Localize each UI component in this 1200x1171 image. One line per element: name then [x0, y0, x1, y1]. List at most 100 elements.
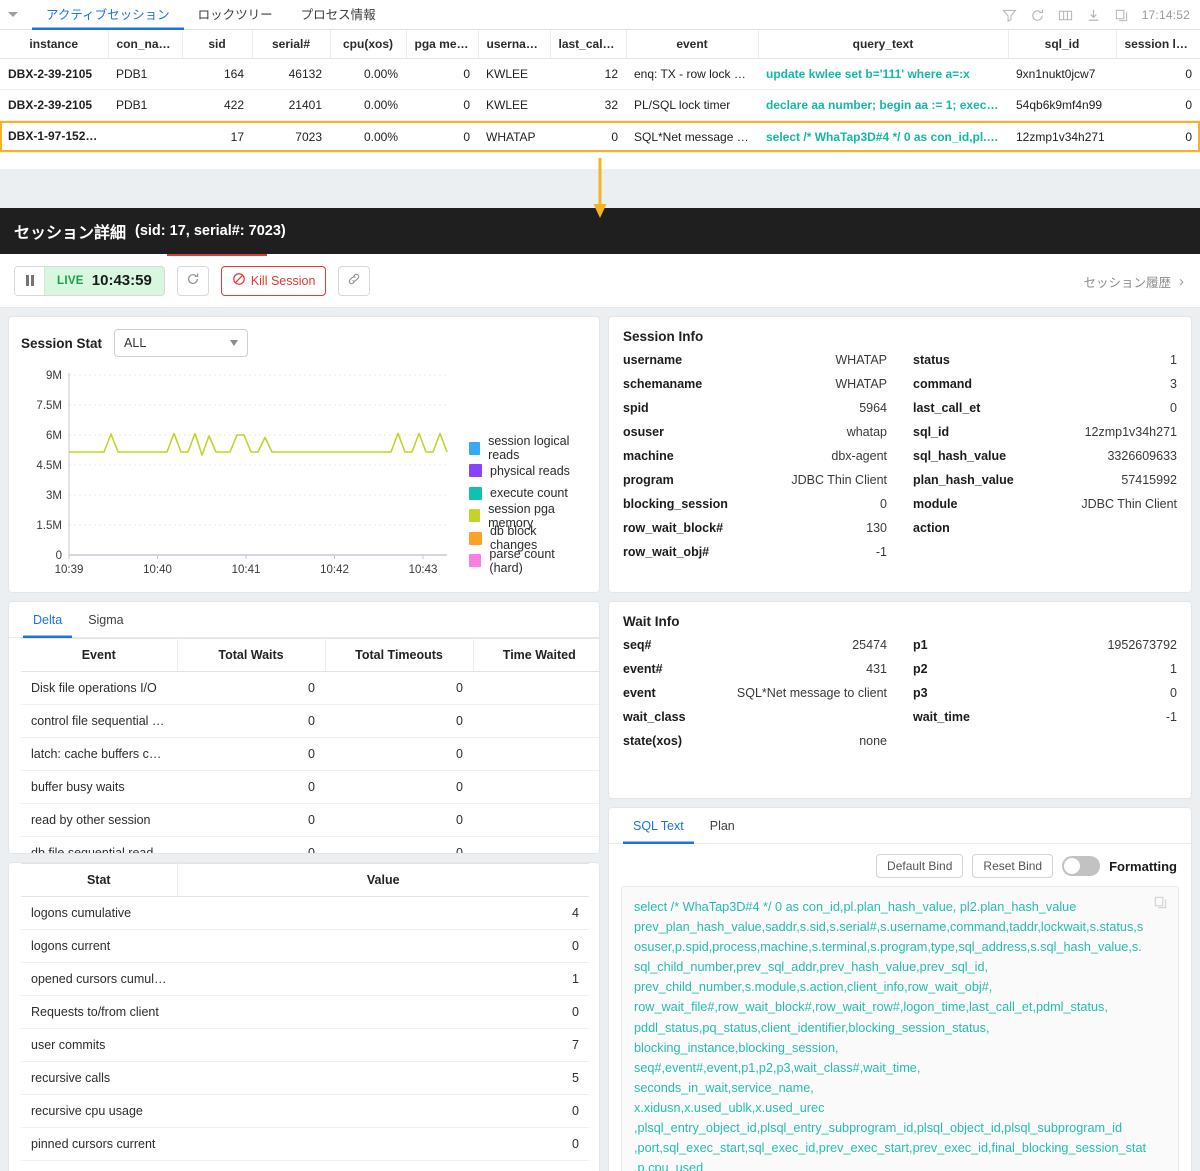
table-row[interactable]: opened cursors cumulative 1 [21, 962, 589, 996]
cell-waits: 0 [177, 704, 325, 738]
refresh-button[interactable] [176, 265, 209, 296]
copy-icon[interactable] [1114, 8, 1129, 23]
legend-item[interactable]: session logical reads [469, 434, 587, 462]
table-row[interactable]: user logons cumulative0 [21, 1160, 589, 1171]
formatting-toggle[interactable] [1062, 856, 1101, 876]
info-value: dbx-agent [831, 449, 887, 463]
col-total-timeouts[interactable]: Total Timeouts [325, 638, 474, 672]
table-row[interactable]: buffer busy waits 0 0 [21, 770, 599, 804]
col-serial[interactable]: serial# [252, 30, 331, 59]
table-row[interactable]: recursive cpu usage 0 [21, 1094, 589, 1128]
info-key: sql_hash_value [913, 449, 1007, 463]
col-session-logical-reads[interactable]: session logical... [1116, 30, 1200, 59]
chevron-right-icon: › [1179, 272, 1184, 290]
col-con-name[interactable]: con_name [108, 30, 183, 59]
col-event[interactable]: event [626, 30, 759, 59]
col-event[interactable]: Event [21, 638, 178, 672]
col-sid[interactable]: sid [182, 30, 253, 59]
info-row: schemaname WHATAP [623, 377, 887, 401]
cell-stat: logons current [21, 929, 177, 963]
tab-sigma[interactable]: Sigma [78, 602, 133, 638]
tab-process-info[interactable]: プロセス情報 [287, 0, 390, 30]
info-key: event# [623, 662, 663, 676]
svg-text:4.5M: 4.5M [36, 460, 62, 472]
info-key: command [913, 377, 973, 391]
tab-lock-tree[interactable]: ロックツリー [184, 0, 287, 30]
cell-waits: 0 [177, 737, 325, 771]
default-bind-button[interactable]: Default Bind [876, 854, 964, 878]
cell-timeouts: 0 [325, 770, 473, 804]
chart-legend: session logical reads physical reads exe… [469, 434, 587, 575]
col-sql-id[interactable]: sql_id [1008, 30, 1117, 59]
collapse-caret-icon[interactable] [8, 12, 18, 17]
pause-button[interactable] [15, 266, 45, 295]
tab-sql-text[interactable]: SQL Text [623, 808, 694, 844]
col-time-waited[interactable]: Time Waited [473, 638, 599, 672]
cell-query-text[interactable]: update kwlee set b='111' where a=:x [758, 58, 1008, 90]
table-row[interactable]: Disk file operations I/O 0 0 [21, 671, 599, 705]
table-row[interactable]: logons current 0 [21, 929, 589, 963]
chart-plot-area[interactable]: 9M 7.5M 6M 4.5M 3M 1.5M 0 10:39 10:40 10:41 10:42 1… [21, 365, 587, 590]
download-icon[interactable] [1086, 8, 1101, 23]
col-stat[interactable]: Stat [21, 863, 178, 897]
table-row[interactable]: DBX-2-39-2105 PDB1 164 46132 0.00% 0 KWL… [0, 58, 1200, 90]
table-row[interactable]: db file sequential read 0 0 [21, 836, 599, 853]
col-value[interactable]: Value [177, 863, 589, 897]
columns-icon[interactable] [1058, 8, 1073, 23]
cell-query-text[interactable]: declare aa number; begin aa := 1; execut… [758, 89, 1008, 121]
info-row: status 1 [913, 353, 1177, 377]
col-username[interactable]: username [478, 30, 551, 59]
link-button[interactable] [338, 265, 371, 296]
cell-value: 0 [177, 1160, 589, 1171]
cell-value: 1 [177, 962, 589, 996]
left-column: Session Stat ALL 9M 7.5M 6M 4.5M 3M 1.5M 0 10:3… [8, 316, 600, 1171]
reset-bind-button[interactable]: Reset Bind [972, 854, 1054, 878]
table-row[interactable]: latch: cache buffers chains 0 0 [21, 737, 599, 771]
legend-item[interactable]: physical reads [469, 460, 587, 483]
session-history-label: セッション履歴 [1083, 275, 1171, 290]
tab-plan[interactable]: Plan [700, 808, 745, 844]
cell-con-name: PDB1 [108, 58, 182, 90]
info-value: none [859, 734, 887, 748]
table-row[interactable]: control file sequential read 0 0 [21, 704, 599, 738]
session-history-link[interactable]: セッション履歴 › [1083, 254, 1184, 308]
stat-filter-select[interactable]: ALL [114, 329, 249, 357]
tab-delta[interactable]: Delta [23, 602, 72, 638]
info-value: -1 [1165, 710, 1177, 724]
tab-active-session[interactable]: アクティブセッション [32, 0, 184, 30]
sql-text-box[interactable]: select /* WhaTap3D#4 */ 0 as con_id,pl.p… [621, 886, 1179, 1171]
cell-query-text[interactable]: select /* WhaTap3D#4 */ 0 as con_id,pl.p… [758, 120, 1008, 153]
svg-text:10:40: 10:40 [143, 564, 172, 576]
table-row[interactable]: user commits 7 [21, 1028, 589, 1062]
col-pga-memory[interactable]: pga memory [406, 30, 479, 59]
table-row-selected[interactable]: DBX-1-97-1521 17 7023 0.00% 0 WHATAP 0 S… [0, 120, 1200, 153]
table-row[interactable]: recursive calls 5 [21, 1061, 589, 1095]
info-row: program JDBC Thin Client [623, 473, 887, 497]
cell-stat: logons cumulative [21, 896, 177, 930]
table-row[interactable]: Requests to/from client 0 [21, 995, 589, 1029]
cell-stat: opened cursors cumulative [21, 962, 177, 996]
col-total-waits[interactable]: Total Waits [177, 638, 326, 672]
cell-cpu: 0.00% [330, 58, 406, 90]
copy-icon[interactable] [1153, 895, 1168, 913]
table-row[interactable]: read by other session 0 0 [21, 803, 599, 837]
col-query-text[interactable]: query_text [758, 30, 1009, 59]
legend-item[interactable]: parse count (hard) [469, 547, 587, 575]
stat-table-wrap: Stat Value logons cumulative 4 logons cur… [21, 863, 589, 1171]
refresh-icon[interactable] [1030, 8, 1045, 23]
col-cpu[interactable]: cpu(xos) [330, 30, 407, 59]
filter-icon[interactable] [1001, 8, 1017, 23]
sql-tabs: SQL Text Plan [609, 808, 1191, 844]
col-last-call-et[interactable]: last_call_et [550, 30, 627, 59]
info-key: row_wait_block# [623, 521, 724, 535]
cell-last-call-et: 32 [550, 89, 626, 121]
row-copy-icon[interactable] [97, 130, 107, 144]
info-key: action [913, 521, 950, 535]
kill-session-button[interactable]: Kill Session [220, 265, 327, 296]
info-value: whatap [846, 425, 887, 439]
table-row[interactable]: DBX-2-39-2105 PDB1 422 21401 0.00% 0 KWL… [0, 89, 1200, 121]
cell-stat: user commits [21, 1028, 177, 1062]
table-row[interactable]: logons cumulative 4 [21, 896, 589, 930]
table-row[interactable]: pinned cursors current 0 [21, 1127, 589, 1161]
col-instance[interactable]: instance [0, 30, 109, 59]
